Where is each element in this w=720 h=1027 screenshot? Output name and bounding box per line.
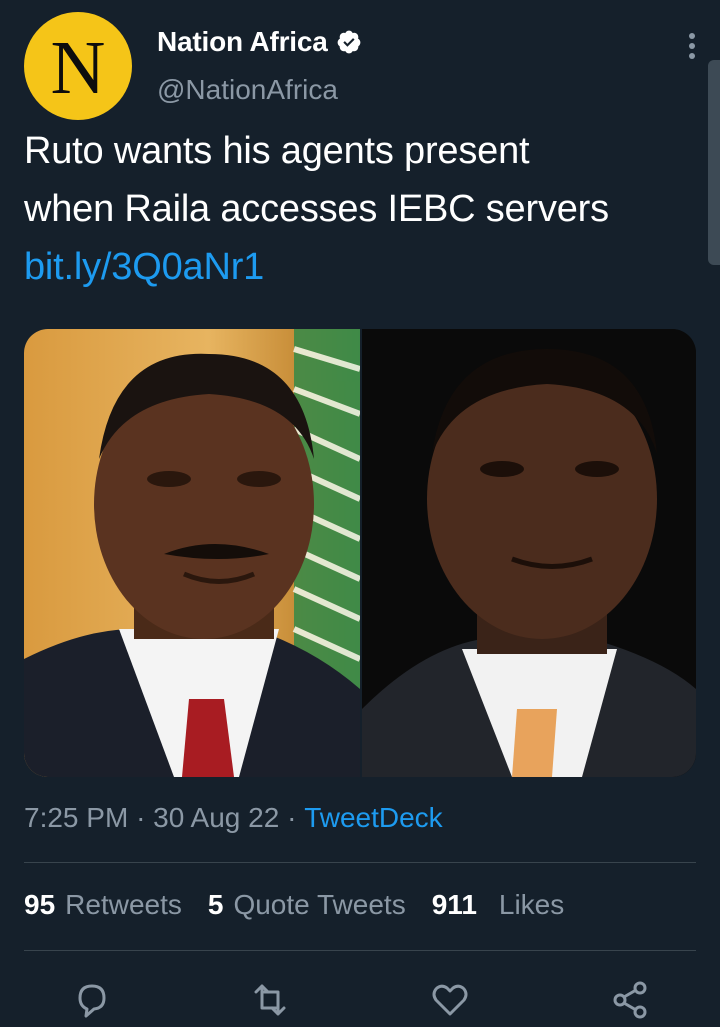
retweet-button[interactable] [248,978,292,1022]
likes-count: 911 [431,889,477,920]
retweets-count: 95 [24,889,56,920]
portrait-left-illustration [24,329,360,777]
retweets-stat[interactable]: 95 Retweets [24,889,182,921]
share-icon [613,981,647,1019]
tweet-media[interactable] [24,329,696,777]
tweet-stats-row: 95 Retweets 5 Quote Tweets 911 Likes [24,889,590,921]
tweet-date[interactable]: 30 Aug 22 [153,802,279,834]
scrollbar-thumb[interactable] [708,60,720,265]
more-options-button[interactable] [670,26,714,66]
tweet-actions-row [0,972,720,1019]
tweet-header: N Nation Africa @NationAfrica [24,12,714,122]
reply-button[interactable] [70,978,114,1022]
divider-top [24,862,696,863]
more-vertical-icon [689,33,695,59]
meta-separator: · [287,802,297,833]
likes-stat[interactable]: 911 Likes [432,889,565,921]
verified-badge-icon [337,30,360,54]
tweet-link[interactable]: bit.ly/3Q0aNr1 [24,238,704,296]
tweet-text: Ruto wants his agents present when Raila… [24,122,704,296]
author-handle[interactable]: @NationAfrica [157,74,338,106]
meta-separator: · [136,802,146,833]
tweet-source-link[interactable]: TweetDeck [304,802,443,834]
tweet-text-line-1: Ruto wants his agents present [24,130,530,172]
likes-label: Likes [498,889,565,920]
quote-tweets-count: 5 [207,889,224,920]
retweet-icon [254,984,286,1016]
like-icon [432,984,468,1016]
photo-ruto[interactable] [362,329,696,777]
reply-icon [78,984,106,1018]
quote-tweets-stat[interactable]: 5 Quote Tweets [208,889,406,921]
quote-tweets-label: Quote Tweets [233,889,406,920]
photo-raila[interactable] [24,329,360,777]
author-avatar[interactable]: N [24,12,132,120]
display-name-row[interactable]: Nation Africa [157,26,362,58]
like-button[interactable] [428,978,472,1022]
tweet-text-line-2: when Raila accesses IEBC servers [24,188,609,230]
divider-bottom [24,950,696,951]
tweet-timestamp-row: 7:25 PM · 30 Aug 22 · TweetDeck [24,802,443,834]
avatar-letter: N [50,26,106,110]
display-name[interactable]: Nation Africa [157,26,328,58]
share-button[interactable] [608,978,652,1022]
retweets-label: Retweets [65,889,182,920]
portrait-right-illustration [362,329,696,777]
tweet-time[interactable]: 7:25 PM [24,802,128,834]
